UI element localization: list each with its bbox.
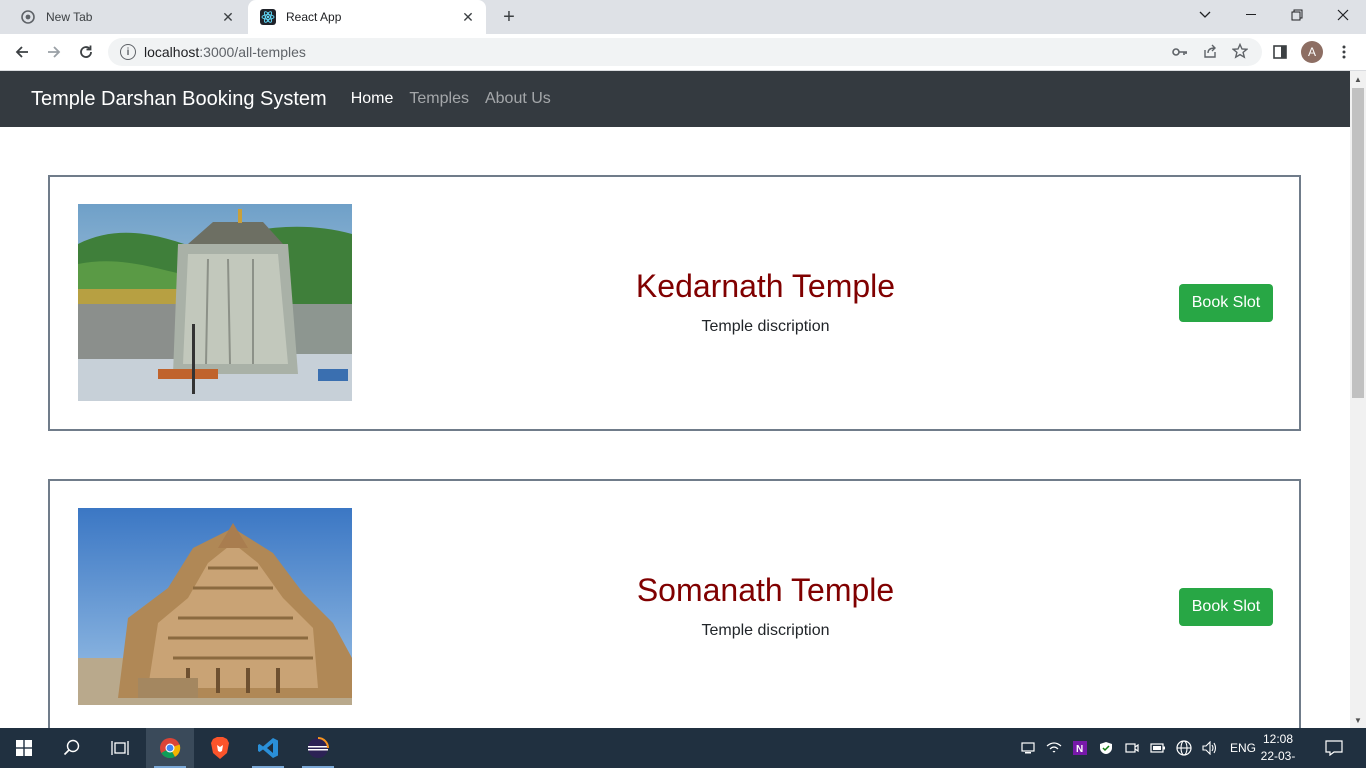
close-tab-icon[interactable]: ✕ <box>458 7 478 27</box>
page-scrollbar[interactable]: ▲ ▼ <box>1350 71 1366 728</box>
bookmark-star-icon[interactable] <box>1231 42 1249 62</box>
tab-react-app[interactable]: React App ✕ <box>248 0 486 34</box>
site-brand[interactable]: Temple Darshan Booking System <box>31 88 327 111</box>
eclipse-icon[interactable] <box>294 728 342 768</box>
scroll-thumb[interactable] <box>1352 88 1364 398</box>
temple-card: Somanath Temple Temple discription Book … <box>48 479 1301 728</box>
svg-text:N: N <box>1076 744 1083 755</box>
temple-name: Somanath Temple <box>636 572 895 608</box>
chrome-taskbar-icon[interactable] <box>146 728 194 768</box>
system-tray: N ENG <box>1018 728 1256 768</box>
temple-description: Temple discription <box>701 622 830 639</box>
url-host: localhost <box>144 44 200 60</box>
tab-title: React App <box>286 10 342 24</box>
book-slot-button[interactable]: Book Slot <box>1179 284 1273 322</box>
network-icon[interactable] <box>1044 741 1064 755</box>
brave-icon[interactable] <box>196 728 244 768</box>
tab-strip: New Tab ✕ React App ✕ + <box>0 0 1366 34</box>
back-icon[interactable] <box>8 38 36 66</box>
device-icon[interactable] <box>1018 742 1038 754</box>
search-icon[interactable] <box>48 728 96 768</box>
share-icon[interactable] <box>1202 43 1218 62</box>
browser-toolbar: i localhost:3000/all-temples A <box>0 34 1366 71</box>
forward-icon[interactable] <box>40 38 68 66</box>
onenote-icon[interactable]: N <box>1070 741 1090 755</box>
volume-icon[interactable] <box>1200 741 1220 755</box>
site-navbar: Temple Darshan Booking System Home Templ… <box>0 71 1350 127</box>
battery-icon[interactable] <box>1148 743 1168 753</box>
vscode-icon[interactable] <box>244 728 292 768</box>
new-tab-button[interactable]: + <box>498 6 520 28</box>
clock-time: 12:08 <box>1262 732 1294 746</box>
notifications-icon[interactable] <box>1310 728 1358 768</box>
temple-name: Kedarnath Temple <box>635 268 896 304</box>
site-info-icon[interactable]: i <box>120 44 136 60</box>
meet-icon[interactable] <box>1122 742 1142 754</box>
security-shield-icon[interactable] <box>1096 741 1116 755</box>
tab-search-icon[interactable] <box>1182 0 1228 30</box>
globe-icon[interactable] <box>1174 740 1194 756</box>
url-path: :3000/all-temples <box>199 44 306 60</box>
restore-button[interactable] <box>1274 0 1320 30</box>
page-viewport: Temple Darshan Booking System Home Templ… <box>0 71 1350 728</box>
close-window-button[interactable] <box>1320 0 1366 30</box>
nav-link-about-us[interactable]: About Us <box>485 90 551 108</box>
book-slot-button[interactable]: Book Slot <box>1179 588 1273 626</box>
key-icon[interactable] <box>1172 44 1188 60</box>
temple-card: Kedarnath Temple Temple discription Book… <box>48 175 1301 431</box>
menu-dots-icon[interactable] <box>1336 38 1352 66</box>
task-view-icon[interactable] <box>96 728 144 768</box>
clock-date: 22-03-2023 <box>1260 749 1296 780</box>
temple-image <box>78 204 352 401</box>
windows-start-icon[interactable] <box>0 728 48 768</box>
clock[interactable]: 12:08 22-03-2023 <box>1252 731 1304 782</box>
reload-icon[interactable] <box>72 38 100 66</box>
avatar-initial: A <box>1301 41 1323 63</box>
scroll-down-icon[interactable]: ▼ <box>1350 712 1366 728</box>
tab-new-tab[interactable]: New Tab ✕ <box>8 0 246 34</box>
temple-image <box>78 508 352 705</box>
minimize-button[interactable] <box>1228 0 1274 30</box>
temple-description: Temple discription <box>701 318 830 335</box>
tab-title: New Tab <box>46 10 93 24</box>
windows-taskbar: N ENG 12:08 22-03-2023 <box>0 728 1366 780</box>
side-panel-icon[interactable] <box>1270 38 1290 66</box>
close-tab-icon[interactable]: ✕ <box>218 7 238 27</box>
scroll-up-icon[interactable]: ▲ <box>1350 71 1366 87</box>
address-bar[interactable]: i localhost:3000/all-temples <box>108 38 1262 66</box>
nav-link-home[interactable]: Home <box>351 90 394 108</box>
profile-avatar[interactable]: A <box>1301 38 1323 66</box>
react-icon <box>260 9 276 25</box>
chrome-icon <box>20 9 36 25</box>
nav-link-temples[interactable]: Temples <box>409 90 469 108</box>
